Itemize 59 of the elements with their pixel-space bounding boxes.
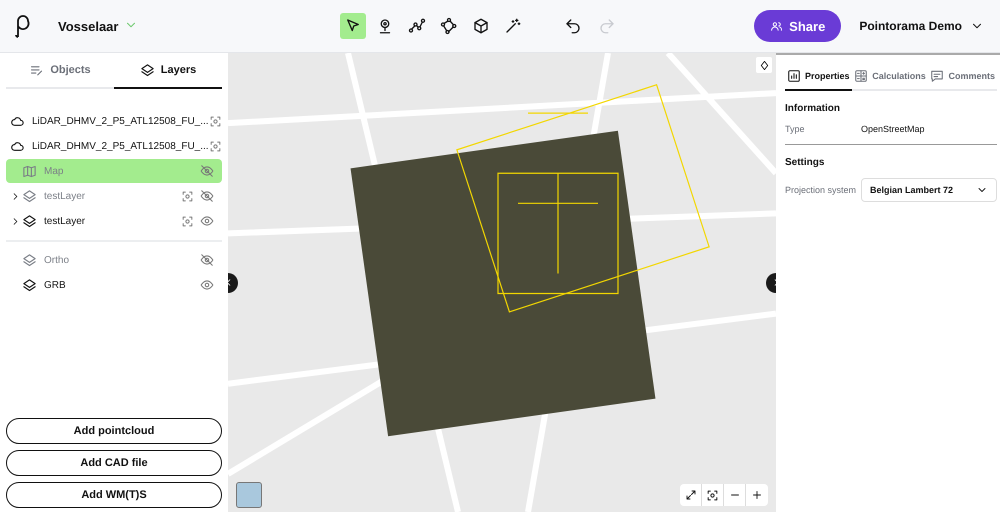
- layers-icon: [22, 278, 37, 292]
- project-dropdown[interactable]: Vosselaar: [58, 18, 138, 34]
- eye-off-icon: [200, 253, 214, 267]
- projection-dropdown[interactable]: Belgian Lambert 72: [861, 178, 997, 202]
- expand-icon: [684, 489, 696, 501]
- panel-tab[interactable]: Objects: [6, 53, 114, 89]
- polygon-icon: [440, 17, 458, 35]
- layer-item[interactable]: testLayer: [6, 184, 222, 208]
- layer-name: LiDAR_DHMV_2_P5_ATL12508_FU_...: [32, 116, 209, 126]
- layer-name: Ortho: [44, 254, 70, 266]
- field-label: Projection system: [785, 185, 858, 195]
- add-button[interactable]: Add pointcloud: [6, 418, 222, 444]
- add-button[interactable]: Add WM(T)S: [6, 482, 222, 508]
- tool-button[interactable]: [340, 13, 366, 39]
- section-title: Settings: [785, 157, 826, 168]
- layer-name: LiDAR_DHMV_2_P5_ATL12508_FU_...: [32, 140, 209, 152]
- layer-item[interactable]: Ortho: [6, 248, 222, 272]
- field-label: Type: [785, 124, 806, 134]
- polyline-icon: [408, 17, 426, 35]
- users-icon: [770, 20, 784, 32]
- panel-tab[interactable]: Properties: [785, 63, 852, 91]
- minimap-thumbnail[interactable]: [236, 482, 262, 508]
- magic-wand-icon: [504, 17, 522, 35]
- focus-icon: [706, 488, 719, 502]
- plus-icon: [751, 489, 763, 501]
- layer-item[interactable]: testLayer: [6, 209, 222, 233]
- layer-name: testLayer: [44, 216, 86, 226]
- add-button[interactable]: Add CAD file: [6, 450, 222, 476]
- map-icon: [22, 164, 37, 178]
- section-title: Information: [785, 103, 841, 114]
- calculator-icon: [854, 69, 868, 83]
- focus-icon: [181, 190, 194, 202]
- layer-name: GRB: [44, 280, 67, 290]
- redo-icon: [598, 17, 616, 35]
- eye-icon: [200, 214, 214, 228]
- panel-tab[interactable]: Comments: [928, 63, 997, 91]
- rotate-button[interactable]: [756, 57, 772, 73]
- panel-tab[interactable]: Layers: [114, 53, 222, 89]
- layers-icon: [140, 62, 155, 78]
- eye-icon: [200, 278, 214, 292]
- user-menu[interactable]: Pointorama Demo: [859, 19, 984, 33]
- layers-icon: [22, 214, 37, 228]
- focus-icon: [181, 214, 194, 228]
- layers-icon: [22, 252, 37, 268]
- share-button[interactable]: Share: [754, 10, 842, 42]
- focus-icon: [208, 114, 222, 128]
- comment-icon: [930, 69, 944, 83]
- cube-icon: [472, 17, 490, 35]
- layers-icon: [22, 188, 37, 204]
- field-value: OpenStreetMap: [861, 124, 926, 134]
- layer-name: Map: [44, 166, 64, 176]
- layer-item[interactable]: GRB: [6, 273, 222, 297]
- undo-icon: [564, 17, 582, 35]
- layer-name: testLayer: [44, 190, 86, 202]
- chart-icon: [787, 69, 801, 83]
- eye-off-icon: [200, 189, 214, 203]
- focus-icon: [208, 140, 222, 152]
- panel-tab[interactable]: Calculations: [852, 63, 928, 91]
- eye-off-icon: [200, 164, 214, 178]
